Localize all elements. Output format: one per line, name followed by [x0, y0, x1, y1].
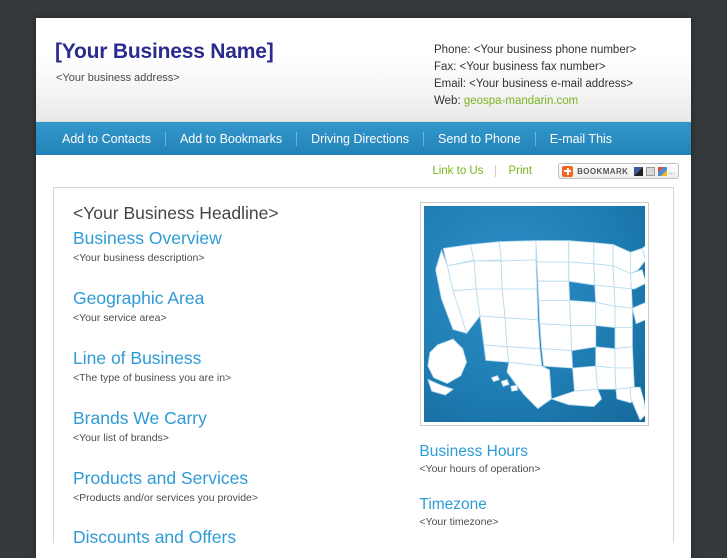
email-share-icon[interactable]: [646, 166, 656, 176]
nav-send-to-phone[interactable]: Send to Phone: [424, 131, 536, 146]
text-line-of-business: <The type of business you are in>: [73, 372, 232, 384]
united-states-map-icon: [424, 206, 646, 422]
web-row: Web: geospa-mandarin.com: [434, 93, 636, 110]
contact-info: Phone: <Your business phone number> Fax:…: [434, 42, 636, 110]
text-geographic-area: <Your service area>: [73, 312, 167, 324]
plus-icon: [562, 165, 574, 177]
heading-business-overview: Business Overview: [73, 228, 222, 248]
nav-add-to-contacts[interactable]: Add to Contacts: [48, 131, 166, 146]
heading-discounts-and-offers: Discounts and Offers: [73, 527, 237, 543]
print-link[interactable]: Print: [496, 165, 544, 177]
heading-geographic-area: Geographic Area: [73, 288, 205, 308]
site-header: [Your Business Name] <Your business addr…: [36, 18, 691, 122]
heading-business-hours: Business Hours: [419, 443, 528, 460]
action-navbar: Add to Contacts Add to Bookmarks Driving…: [36, 122, 691, 155]
nav-driving-directions[interactable]: Driving Directions: [297, 131, 425, 146]
email-row: Email: <Your business e-mail address>: [434, 78, 634, 90]
share-icons-group: [634, 166, 668, 176]
nav-email-this[interactable]: E-mail This: [536, 132, 626, 146]
business-address: <Your business address>: [56, 72, 180, 84]
heading-line-of-business: Line of Business: [73, 348, 202, 368]
content-card: <Your Business Headline> Business Overvi…: [53, 187, 674, 543]
left-content-column: <Your Business Headline> Business Overvi…: [54, 202, 419, 543]
text-timezone: <Your timezone>: [419, 516, 499, 528]
facebook-icon[interactable]: [634, 166, 644, 176]
right-content-column: Business Hours <Your hours of operation>…: [419, 202, 673, 543]
website-link[interactable]: geospa-mandarin.com: [464, 95, 578, 107]
link-to-us-link[interactable]: Link to Us: [420, 165, 495, 177]
fax-row: Fax: <Your business fax number>: [434, 61, 606, 73]
phone-row: Phone: <Your business phone number>: [434, 44, 637, 56]
heading-brands-we-carry: Brands We Carry: [73, 408, 207, 428]
heading-products-and-services: Products and Services: [73, 468, 249, 488]
text-business-hours: <Your hours of operation>: [419, 463, 541, 475]
nav-add-to-bookmarks[interactable]: Add to Bookmarks: [166, 131, 298, 146]
more-share-icon[interactable]: [658, 166, 668, 176]
business-headline: <Your Business Headline>: [73, 203, 279, 223]
heading-timezone: Timezone: [419, 496, 487, 513]
business-name: [Your Business Name]: [55, 40, 274, 63]
web-label: Web:: [434, 95, 461, 107]
map-frame: [420, 202, 650, 426]
utility-bar: Link to Us Print BOOKMARK ...: [36, 155, 691, 187]
text-business-overview: <Your business description>: [73, 252, 205, 264]
page-container: [Your Business Name] <Your business addr…: [36, 18, 691, 558]
ellipsis-icon[interactable]: ...: [668, 167, 675, 176]
bookmark-share-widget[interactable]: BOOKMARK ...: [558, 163, 679, 179]
text-products-and-services: <Products and/or services you provide>: [73, 492, 259, 504]
bookmark-label: BOOKMARK: [577, 166, 629, 176]
text-brands-we-carry: <Your list of brands>: [73, 432, 169, 444]
